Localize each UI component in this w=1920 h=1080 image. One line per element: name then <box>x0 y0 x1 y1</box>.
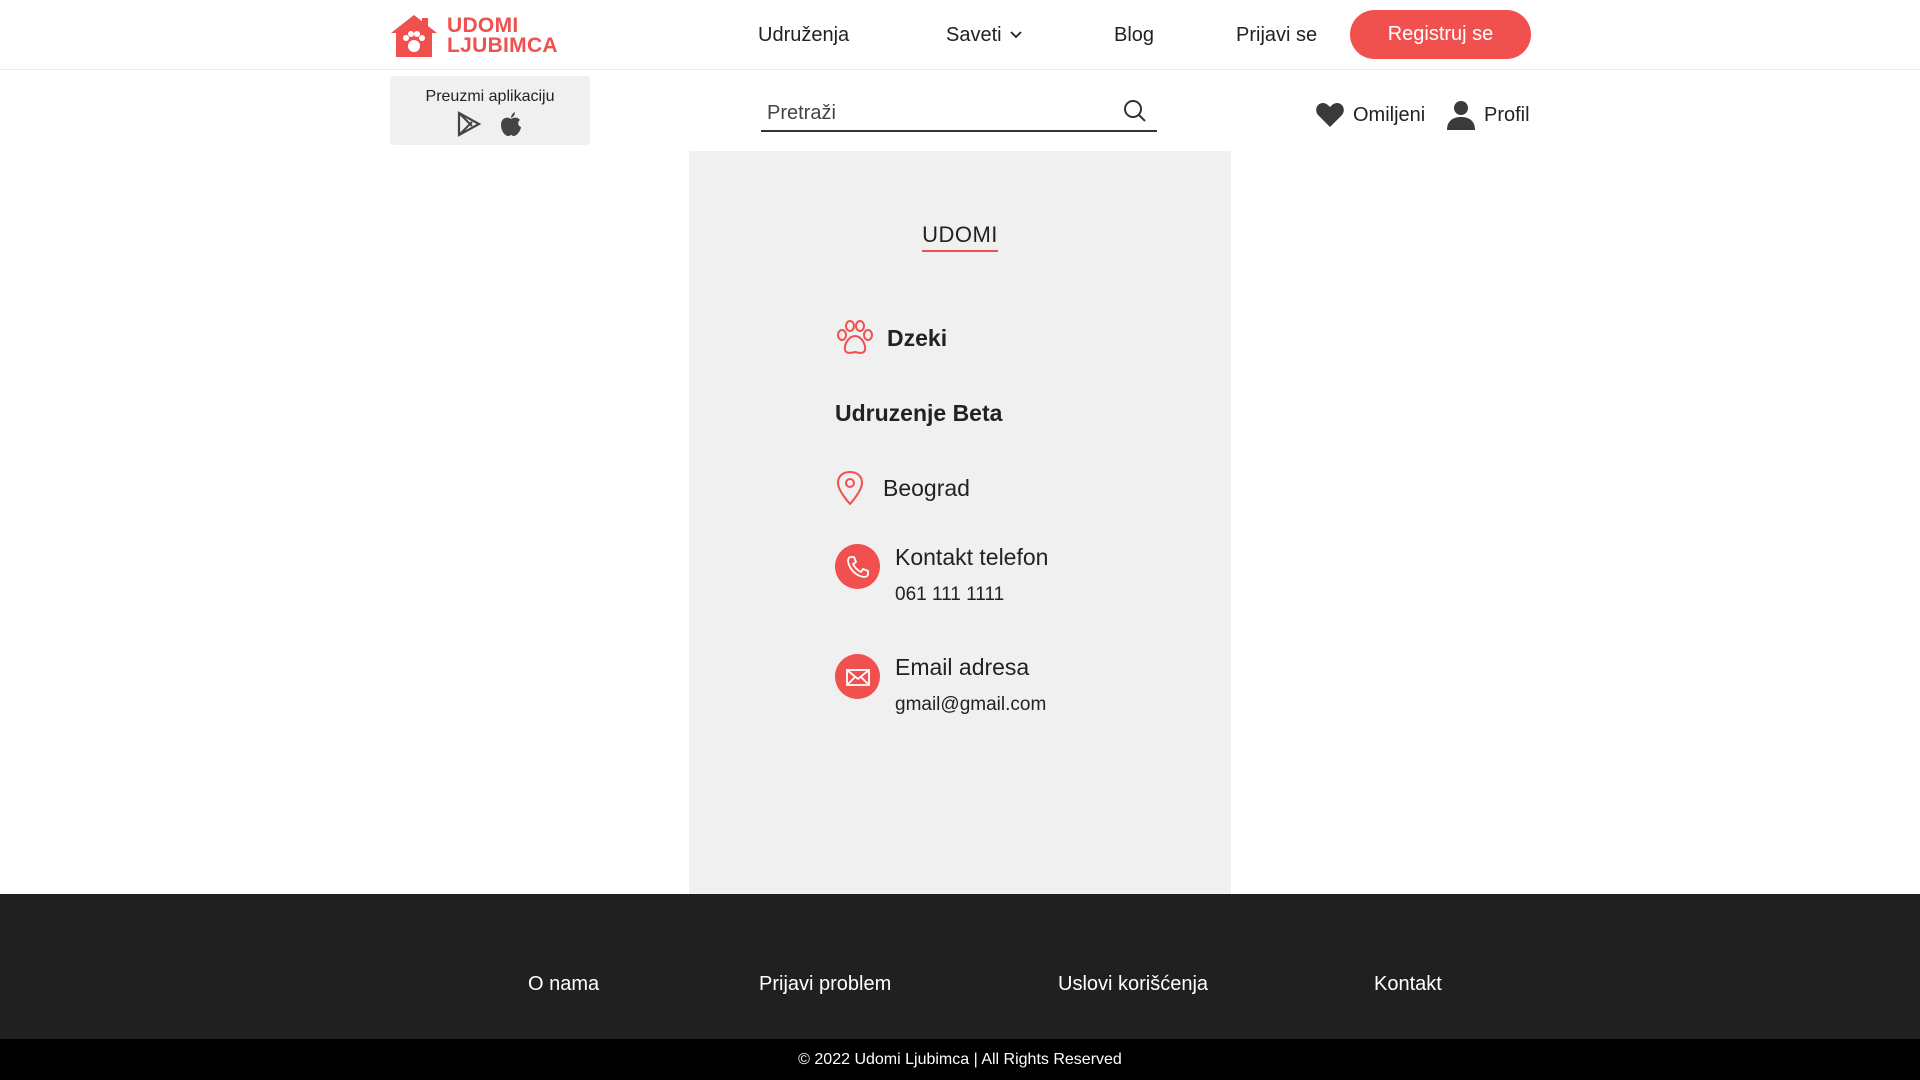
app-download-box: Preuzmi aplikaciju <box>390 76 590 145</box>
copyright-text: © 2022 Udomi Ljubimca | All Rights Reser… <box>798 1050 1122 1068</box>
envelope-icon <box>835 654 880 699</box>
footer: O nama Prijavi problem Uslovi korišćenja… <box>0 894 1920 1039</box>
user-icon <box>1447 101 1475 130</box>
pet-name: Dzeki <box>887 324 948 351</box>
nav-saveti-dropdown[interactable]: Saveti <box>946 22 1022 48</box>
association-row: Udruzenje Beta <box>835 400 1002 427</box>
google-play-icon[interactable] <box>455 110 483 138</box>
card-title-text: UDOMI <box>922 222 998 252</box>
footer-link-about[interactable]: O nama <box>528 973 599 996</box>
city-name: Beograd <box>883 474 970 501</box>
footer-link-contact[interactable]: Kontakt <box>1374 973 1442 996</box>
profile-link[interactable]: Profil <box>1446 100 1530 130</box>
phone-contact: Kontakt telefon 061 111 1111 <box>895 544 1048 606</box>
profile-label: Profil <box>1484 103 1530 126</box>
phone-icon <box>835 544 880 589</box>
card-title: UDOMI <box>689 222 1231 252</box>
house-paw-icon <box>391 15 437 57</box>
brand-logo[interactable]: UDOMI LJUBIMCA <box>389 13 558 59</box>
apple-icon[interactable] <box>497 110 525 138</box>
email-contact: Email adresa gmail@gmail.com <box>895 654 1046 716</box>
association-name: Udruzenje Beta <box>835 400 1003 426</box>
brand-line-1: UDOMI <box>447 14 519 37</box>
email-value[interactable]: gmail@gmail.com <box>895 694 1046 716</box>
pet-name-row: Dzeki <box>835 319 947 357</box>
top-navbar: UDOMI LJUBIMCA Udruženja Saveti Blog Pri… <box>0 0 1920 70</box>
footer-link-report-problem[interactable]: Prijavi problem <box>759 973 891 996</box>
register-button[interactable]: Registruj se <box>1350 10 1531 59</box>
nav-udruzenja[interactable]: Udruženja <box>758 22 849 48</box>
phone-value[interactable]: 061 111 1111 <box>895 584 1048 606</box>
location-pin-icon <box>836 470 864 506</box>
search-icon[interactable] <box>1123 99 1147 123</box>
heart-icon <box>1316 103 1344 127</box>
brand-line-2: LJUBIMCA <box>447 34 558 57</box>
brand-name: UDOMI LJUBIMCA <box>447 14 558 57</box>
email-label: Email adresa <box>895 654 1030 680</box>
adoption-card: UDOMI Dzeki Udruzenje Beta Beograd Konta… <box>689 151 1231 894</box>
favorites-label: Omiljeni <box>1353 103 1426 126</box>
chevron-down-icon <box>1009 31 1022 39</box>
nav-saveti-label: Saveti <box>946 24 1002 46</box>
search-input[interactable] <box>767 99 1117 127</box>
search-bar <box>761 97 1157 132</box>
footer-link-terms[interactable]: Uslovi korišćenja <box>1058 973 1208 996</box>
phone-row <box>835 544 880 589</box>
copyright-bar: © 2022 Udomi Ljubimca | All Rights Reser… <box>0 1039 1920 1080</box>
app-download-label: Preuzmi aplikaciju <box>425 88 555 105</box>
favorites-link[interactable]: Omiljeni <box>1315 100 1425 130</box>
location-row: Beograd <box>835 470 970 506</box>
paw-icon <box>837 320 873 354</box>
nav-blog[interactable]: Blog <box>1114 22 1154 48</box>
nav-login[interactable]: Prijavi se <box>1236 22 1317 48</box>
phone-label: Kontakt telefon <box>895 544 1049 570</box>
email-row <box>835 654 880 699</box>
